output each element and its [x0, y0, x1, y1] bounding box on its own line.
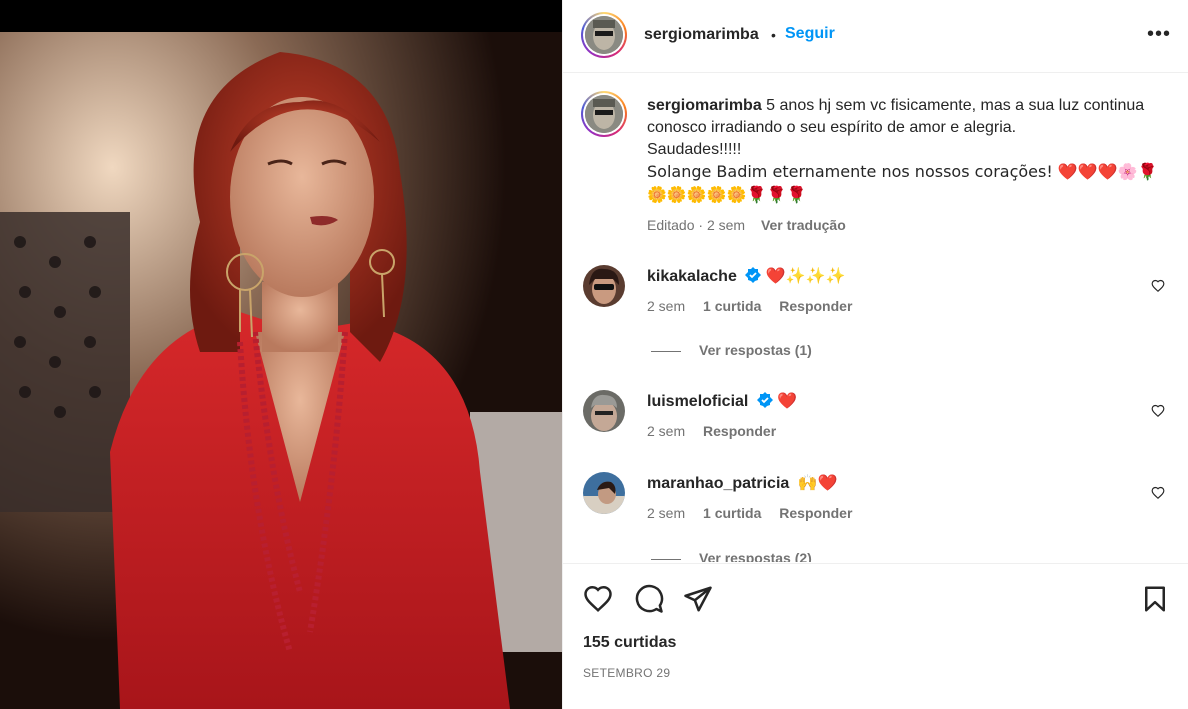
commenter-username[interactable]: luismeloficial — [647, 393, 748, 410]
post-actions: 155 curtidas SETEMBRO 29 — [563, 563, 1188, 709]
bookmark-icon[interactable] — [1140, 584, 1170, 614]
commenter-avatar[interactable] — [583, 265, 625, 307]
comments-section[interactable]: sergiomarimba 5 anos hj sem vc fisicamen… — [563, 74, 1188, 562]
author-avatar[interactable] — [581, 12, 627, 58]
likes-count[interactable]: 155 curtidas — [583, 634, 676, 652]
comment-time[interactable]: 2 sem — [647, 423, 685, 439]
comment-meta: 2 sem 1 curtida Responder — [647, 505, 866, 521]
verified-badge-icon — [756, 392, 773, 408]
heart-icon[interactable] — [583, 584, 613, 614]
caption-line-4: 🌼🌼🌼🌼🌼🌹🌹🌹 — [647, 185, 807, 204]
comment-icon[interactable] — [634, 584, 664, 614]
commenter-avatar-image — [583, 265, 625, 307]
commenter-avatar-image — [583, 390, 625, 432]
author-avatar-image — [585, 16, 623, 54]
caption-username[interactable]: sergiomarimba — [647, 97, 762, 114]
post-header: sergiomarimba • Seguir ••• — [563, 0, 1188, 73]
like-comment-icon[interactable] — [1151, 486, 1165, 500]
caption-line-3: Solange Badim eternamente nos nossos cor… — [647, 162, 1158, 181]
caption-time[interactable]: 2 sem — [707, 217, 745, 233]
reply-button[interactable]: Responder — [703, 423, 776, 439]
reply-button[interactable]: Responder — [779, 505, 852, 521]
comment-meta: 2 sem Responder — [647, 423, 790, 439]
replies-divider — [651, 350, 681, 352]
like-comment-icon[interactable] — [1151, 279, 1165, 293]
commenter-username[interactable]: kikakalache — [647, 268, 737, 285]
like-comment-icon[interactable] — [1151, 404, 1165, 418]
post-caption: sergiomarimba 5 anos hj sem vc fisicamen… — [647, 95, 1167, 207]
commenter-avatar-image — [583, 472, 625, 514]
comment-text: 🙌❤️ — [797, 473, 838, 492]
view-replies-button[interactable]: Ver respostas (2) — [651, 550, 812, 562]
caption-avatar-image — [585, 95, 623, 133]
comment-item: maranhao_patricia 🙌❤️ 2 sem 1 curtida Re… — [583, 472, 1173, 532]
comment-text: ❤️✨✨✨ — [765, 266, 846, 285]
verified-badge-icon — [745, 267, 762, 283]
follow-button[interactable]: Seguir — [785, 25, 835, 43]
post-sidebar: sergiomarimba • Seguir ••• sergiomarimba… — [562, 0, 1188, 709]
comment-text: ❤️ — [777, 391, 798, 410]
translate-button[interactable]: Ver tradução — [761, 217, 846, 233]
comment-body: maranhao_patricia 🙌❤️ — [647, 472, 1147, 495]
separator-dot: • — [771, 27, 776, 43]
commenter-avatar[interactable] — [583, 390, 625, 432]
post-media — [0, 0, 562, 709]
post-photo[interactable] — [0, 32, 562, 709]
comment-time[interactable]: 2 sem — [647, 505, 685, 521]
comment-likes[interactable]: 1 curtida — [703, 505, 761, 521]
caption-line-2: Saudades!!!!! — [647, 141, 742, 158]
view-replies-button[interactable]: Ver respostas (1) — [651, 342, 812, 358]
view-replies-label[interactable]: Ver respostas (1) — [699, 342, 812, 358]
caption-avatar[interactable] — [581, 91, 627, 137]
comment-likes[interactable]: 1 curtida — [703, 298, 761, 314]
replies-divider — [651, 558, 681, 560]
view-replies-label[interactable]: Ver respostas (2) — [699, 550, 812, 562]
share-icon[interactable] — [683, 584, 713, 614]
more-options-icon[interactable]: ••• — [1147, 24, 1171, 44]
media-top-bar — [0, 0, 562, 32]
post-photo-image — [0, 32, 562, 709]
comment-body: kikakalache ❤️✨✨✨ — [647, 265, 1147, 288]
caption-meta: Editado · 2 sem Ver tradução — [647, 217, 846, 233]
comment-meta: 2 sem 1 curtida Responder — [647, 298, 866, 314]
author-username[interactable]: sergiomarimba — [644, 26, 759, 44]
caption-edited: Editado — [647, 217, 695, 233]
commenter-username[interactable]: maranhao_patricia — [647, 475, 789, 492]
post-date[interactable]: SETEMBRO 29 — [583, 666, 670, 680]
reply-button[interactable]: Responder — [779, 298, 852, 314]
comment-item: luismeloficial ❤️ 2 sem Responder — [583, 390, 1173, 450]
comment-body: luismeloficial ❤️ — [647, 390, 1147, 413]
commenter-avatar[interactable] — [583, 472, 625, 514]
comment-time[interactable]: 2 sem — [647, 298, 685, 314]
